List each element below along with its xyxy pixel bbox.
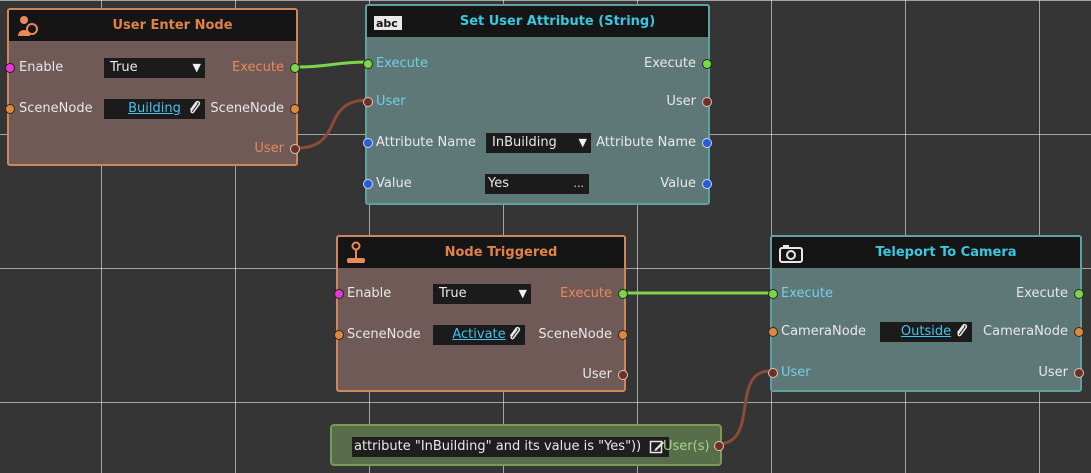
attribute-name-input-label: Attribute Name — [376, 135, 476, 150]
user-output-pin[interactable] — [290, 144, 300, 154]
value-input-pin[interactable] — [363, 179, 373, 189]
value-output-pin[interactable] — [702, 179, 712, 189]
scenenode-output-pin[interactable] — [290, 104, 300, 114]
user-output-label: User — [582, 367, 612, 382]
wire-user-user-enter-to-set-attr[interactable] — [296, 98, 369, 150]
wire-users-filter-to-teleport[interactable] — [717, 369, 771, 446]
enable-dropdown-value: True — [439, 286, 467, 301]
scenenode-output-label: SceneNode — [538, 327, 612, 342]
users-output-pin[interactable] — [714, 441, 724, 451]
attribute-name-value: InBuilding — [492, 135, 557, 150]
attribute-name-input-pin[interactable] — [363, 138, 373, 148]
execute-output-pin[interactable] — [702, 59, 712, 69]
value-text: Yes — [488, 176, 509, 191]
node-title: User Enter Node — [112, 18, 233, 33]
node-title: Set User Attribute (String) — [459, 14, 656, 29]
value-input-label: Value — [376, 176, 412, 191]
scenenode-output-pin[interactable] — [618, 330, 628, 340]
user-enter-icon — [15, 14, 39, 38]
joystick-icon — [344, 241, 368, 265]
cameranode-input-pin[interactable] — [768, 327, 778, 337]
value-output-label: Value — [660, 176, 696, 191]
triangle-down-icon: ▼ — [578, 136, 587, 149]
scenenode-link-field[interactable]: Building — [104, 99, 205, 119]
triangle-down-icon: ▼ — [192, 61, 201, 74]
execute-output-pin[interactable] — [618, 289, 628, 299]
execute-output-label: Execute — [560, 286, 612, 301]
execute-output-label: Execute — [1016, 286, 1068, 301]
enable-label: Enable — [347, 286, 392, 301]
user-output-pin[interactable] — [618, 370, 628, 380]
scenenode-output-label: SceneNode — [210, 101, 284, 116]
execute-input-pin[interactable] — [363, 59, 373, 69]
filter-expression-field[interactable]: attribute "InBuilding" and its value is … — [352, 437, 670, 457]
scenenode-input-label: SceneNode — [347, 327, 421, 342]
user-input-pin[interactable] — [768, 368, 778, 378]
execute-output-label: Execute — [644, 56, 696, 71]
teleport-node-header[interactable]: Teleport To Camera — [772, 237, 1080, 268]
cameranode-output-label: CameraNode — [983, 324, 1068, 339]
enable-dropdown[interactable]: True ▼ — [433, 284, 531, 304]
wire-execute-user-enter-to-set-attr[interactable] — [296, 60, 369, 69]
node-triggered-header[interactable]: Node Triggered — [338, 237, 624, 268]
paperclip-icon[interactable] — [188, 100, 201, 123]
svg-text:abc: abc — [376, 17, 398, 30]
scenenode-input-label: SceneNode — [19, 101, 93, 116]
set-user-attribute-node[interactable]: abc Set User Attribute (String) Execute … — [363, 4, 712, 205]
user-input-pin[interactable] — [363, 97, 373, 107]
scenenode-input-pin[interactable] — [5, 104, 15, 114]
attribute-name-dropdown[interactable]: InBuilding ▼ — [486, 133, 591, 153]
paperclip-icon[interactable] — [955, 323, 968, 346]
user-filter-node[interactable]: attribute "InBuilding" and its value is … — [330, 424, 724, 466]
user-output-pin[interactable] — [702, 97, 712, 107]
user-enter-node[interactable]: User Enter Node Enable True ▼ Execute Sc… — [5, 8, 300, 166]
cameranode-input-label: CameraNode — [781, 324, 866, 339]
value-text-field[interactable]: Yes ... — [485, 174, 589, 194]
user-output-label: User — [254, 141, 284, 156]
execute-output-pin[interactable] — [290, 63, 300, 73]
user-input-label: User — [781, 365, 811, 380]
user-output-label: User — [1038, 365, 1068, 380]
users-output-label: User(s) — [663, 439, 710, 454]
camera-icon — [778, 241, 803, 265]
text-abc-icon: abc — [373, 10, 402, 34]
cameranode-output-pin[interactable] — [1074, 327, 1084, 337]
teleport-to-camera-node[interactable]: Teleport To Camera Execute Execute Camer… — [768, 235, 1084, 392]
more-button[interactable]: ... — [574, 174, 585, 194]
enable-input-pin[interactable] — [334, 289, 344, 299]
node-title: Teleport To Camera — [875, 245, 1017, 260]
enable-label: Enable — [19, 60, 64, 75]
node-triggered-node[interactable]: Node Triggered Enable True ▼ Execute Sce… — [334, 235, 628, 392]
triangle-down-icon: ▼ — [518, 287, 527, 300]
execute-output-pin[interactable] — [1074, 289, 1084, 299]
node-title: Node Triggered — [444, 245, 558, 260]
enable-dropdown-value: True — [110, 60, 138, 75]
execute-input-pin[interactable] — [768, 289, 778, 299]
scenenode-link-value[interactable]: Activate — [452, 327, 505, 342]
cameranode-link-field[interactable]: Outside — [880, 322, 972, 342]
scenenode-link-field[interactable]: Activate — [433, 325, 525, 345]
attribute-name-output-pin[interactable] — [702, 138, 712, 148]
paperclip-icon[interactable] — [508, 326, 521, 349]
execute-input-label: Execute — [376, 56, 428, 71]
user-input-label: User — [376, 94, 406, 109]
filter-expression-text: attribute "InBuilding" and its value is … — [354, 439, 642, 454]
user-output-label: User — [666, 94, 696, 109]
execute-output-label: Execute — [232, 60, 284, 75]
set-attr-node-header[interactable]: abc Set User Attribute (String) — [367, 6, 708, 37]
scenenode-input-pin[interactable] — [334, 330, 344, 340]
enable-dropdown[interactable]: True ▼ — [104, 58, 205, 78]
scenenode-link-value[interactable]: Building — [128, 101, 181, 116]
cameranode-link-value[interactable]: Outside — [901, 324, 951, 339]
user-output-pin[interactable] — [1074, 368, 1084, 378]
enable-input-pin[interactable] — [5, 63, 15, 73]
attribute-name-output-label: Attribute Name — [596, 135, 696, 150]
user-enter-node-header[interactable]: User Enter Node — [9, 10, 296, 41]
execute-input-label: Execute — [781, 286, 833, 301]
